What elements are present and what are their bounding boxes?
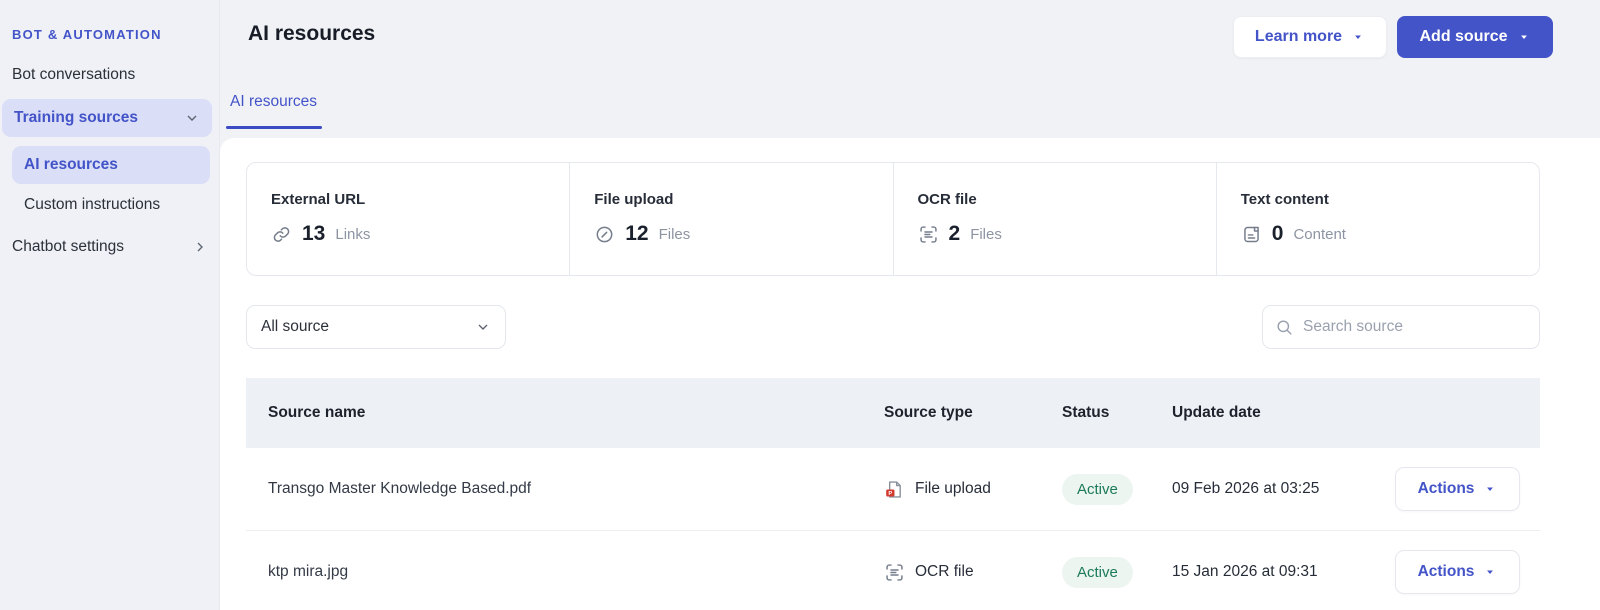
text-document-icon: [1243, 226, 1259, 242]
stat-unit: Files: [658, 225, 691, 243]
stat-text-content: Text content 0 Content: [1215, 163, 1539, 275]
pdf-file-icon: P: [886, 480, 901, 498]
stat-value: 13: [302, 222, 326, 245]
stat-unit: Files: [970, 225, 1002, 243]
add-source-label: Add source: [1419, 28, 1508, 45]
caret-down-icon: [1487, 487, 1494, 492]
source-type-label: OCR file: [915, 563, 974, 580]
sidebar-item-chatbot-settings[interactable]: Chatbot settings: [12, 238, 208, 256]
sidebar: BOT & AUTOMATION Bot conversations Train…: [0, 0, 220, 610]
stat-unit: Content: [1293, 225, 1346, 243]
learn-more-label: Learn more: [1254, 28, 1343, 45]
search-icon: [1277, 319, 1292, 335]
stat-label: External URL: [271, 191, 366, 208]
page-title: AI resources: [248, 22, 376, 45]
caret-down-icon: [1487, 570, 1494, 575]
learn-more-button[interactable]: Learn more: [1233, 16, 1387, 58]
stat-value: 0: [1271, 222, 1284, 245]
status-badge: Active: [1062, 473, 1133, 505]
column-header-update-date: Update date: [1172, 404, 1261, 421]
tab-ai-resources[interactable]: AI resources: [230, 93, 317, 111]
table-header-row: Source name Source type Status Update da…: [246, 378, 1540, 448]
source-type-label: File upload: [915, 480, 991, 497]
sidebar-section-label: BOT & AUTOMATION: [12, 27, 162, 42]
add-source-button[interactable]: Add source: [1397, 16, 1553, 58]
caret-down-icon: [1520, 35, 1527, 40]
search-box: [1262, 305, 1540, 349]
caret-down-icon: [1355, 35, 1361, 40]
stat-unit: Links: [335, 225, 371, 243]
sources-table: Source name Source type Status Update da…: [246, 378, 1540, 610]
table-row: ktp mira.jpg OCR file Active 15 Jan 2026…: [246, 531, 1540, 610]
table-row: Transgo Master Knowledge Based.pdf P Fil…: [246, 448, 1540, 531]
stat-label: OCR file: [917, 191, 977, 208]
actions-button[interactable]: Actions: [1395, 467, 1520, 511]
update-date: 09 Feb 2026 at 03:25: [1172, 480, 1320, 497]
tab-active-indicator: [226, 126, 322, 129]
actions-label: Actions: [1417, 480, 1475, 497]
update-date: 15 Jan 2026 at 09:31: [1172, 563, 1318, 580]
column-header-source-type: Source type: [884, 404, 973, 421]
stat-label: Text content: [1240, 191, 1329, 208]
main-panel: External URL 13 Links File upload 12 Fil…: [220, 138, 1600, 610]
link-icon: [273, 226, 290, 242]
sidebar-item-custom-instructions[interactable]: Custom instructions: [24, 196, 160, 214]
column-header-status: Status: [1062, 404, 1110, 421]
stat-ocr-file: OCR file 2 Files: [892, 163, 1216, 275]
ocr-scan-icon: [919, 225, 937, 243]
sidebar-item-bot-conversations[interactable]: Bot conversations: [12, 66, 135, 84]
ocr-scan-icon: [886, 563, 903, 581]
chevron-down-icon: [478, 324, 488, 330]
search-input[interactable]: [1303, 318, 1527, 336]
stat-file-upload: File upload 12 Files: [569, 163, 892, 275]
stat-external-url: External URL 13 Links: [247, 163, 569, 275]
sidebar-item-label: Chatbot settings: [12, 238, 125, 255]
paperclip-icon: [596, 226, 613, 242]
stat-value: 2: [948, 222, 961, 245]
sidebar-item-training-sources[interactable]: Training sources: [2, 99, 212, 137]
chevron-right-icon: [197, 242, 203, 252]
sidebar-item-label: Training sources: [14, 109, 139, 126]
source-filter-select[interactable]: All source: [246, 305, 506, 349]
actions-button[interactable]: Actions: [1395, 550, 1520, 594]
source-name: ktp mira.jpg: [268, 563, 349, 580]
stats-card: External URL 13 Links File upload 12 Fil…: [246, 162, 1540, 276]
source-filter-value: All source: [261, 318, 330, 335]
stat-value: 12: [625, 222, 649, 245]
stat-label: File upload: [594, 191, 674, 208]
sidebar-item-label: AI resources: [24, 156, 118, 173]
actions-label: Actions: [1417, 563, 1475, 580]
chevron-down-icon: [187, 115, 197, 121]
svg-text:P: P: [888, 491, 892, 497]
sidebar-item-ai-resources[interactable]: AI resources: [12, 146, 210, 184]
status-badge: Active: [1062, 556, 1133, 588]
column-header-source-name: Source name: [268, 404, 366, 421]
source-name: Transgo Master Knowledge Based.pdf: [268, 480, 532, 497]
